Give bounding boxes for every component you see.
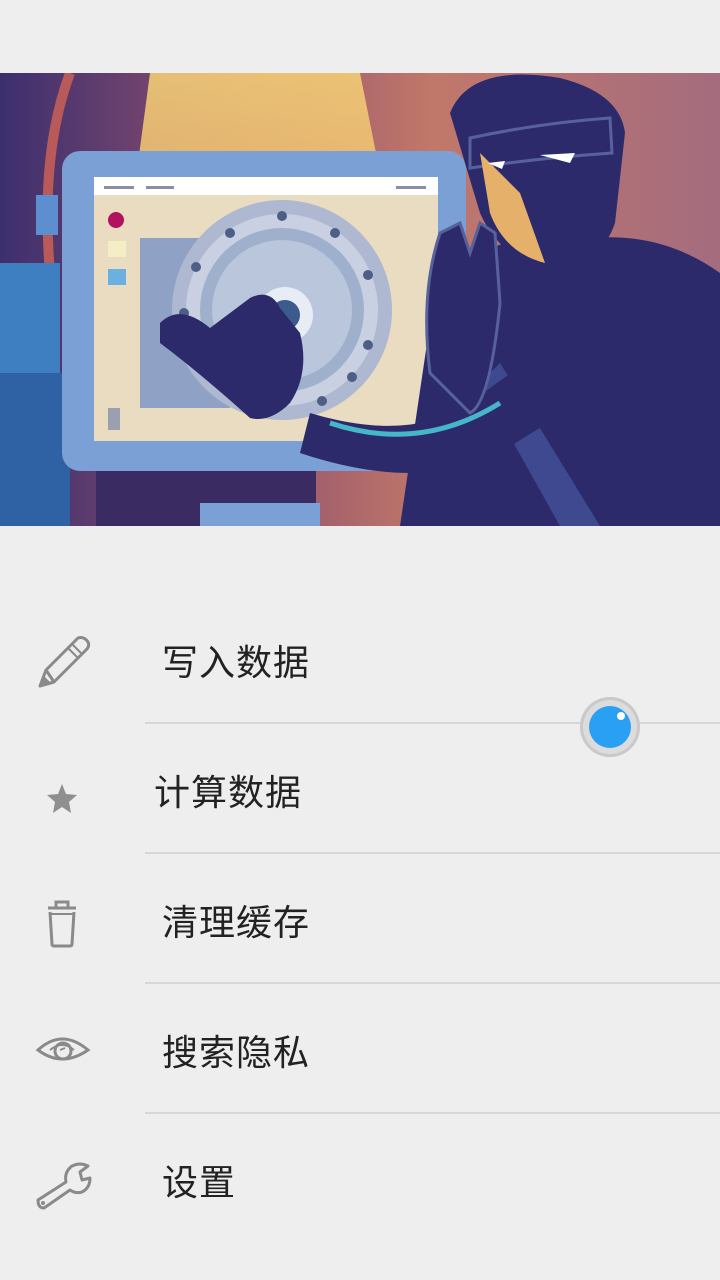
trash-icon	[32, 892, 92, 952]
menu-item-clear-cache[interactable]: 清理缓存	[0, 854, 720, 984]
eye-icon	[32, 1022, 92, 1082]
star-icon	[32, 762, 92, 822]
menu-item-label: 写入数据	[162, 643, 311, 684]
pencil-icon	[32, 632, 92, 692]
assistive-touch-button[interactable]	[580, 697, 640, 757]
menu-item-search-privacy[interactable]: 搜索隐私	[0, 984, 720, 1114]
menu-item-label: 搜索隐私	[162, 1033, 311, 1074]
header-illustration	[0, 73, 720, 526]
wrench-icon	[32, 1152, 92, 1212]
assistive-touch-icon	[589, 706, 631, 748]
assistive-touch-highlight	[617, 712, 625, 720]
menu-item-settings[interactable]: 设置	[0, 1114, 720, 1244]
menu-item-label: 清理缓存	[162, 903, 311, 944]
main-menu: 写入数据 计算数据 清理缓存 搜索隐私 设置	[0, 594, 720, 1244]
menu-item-label: 计算数据	[154, 773, 303, 814]
menu-item-label: 设置	[162, 1163, 237, 1204]
status-bar	[0, 0, 720, 73]
